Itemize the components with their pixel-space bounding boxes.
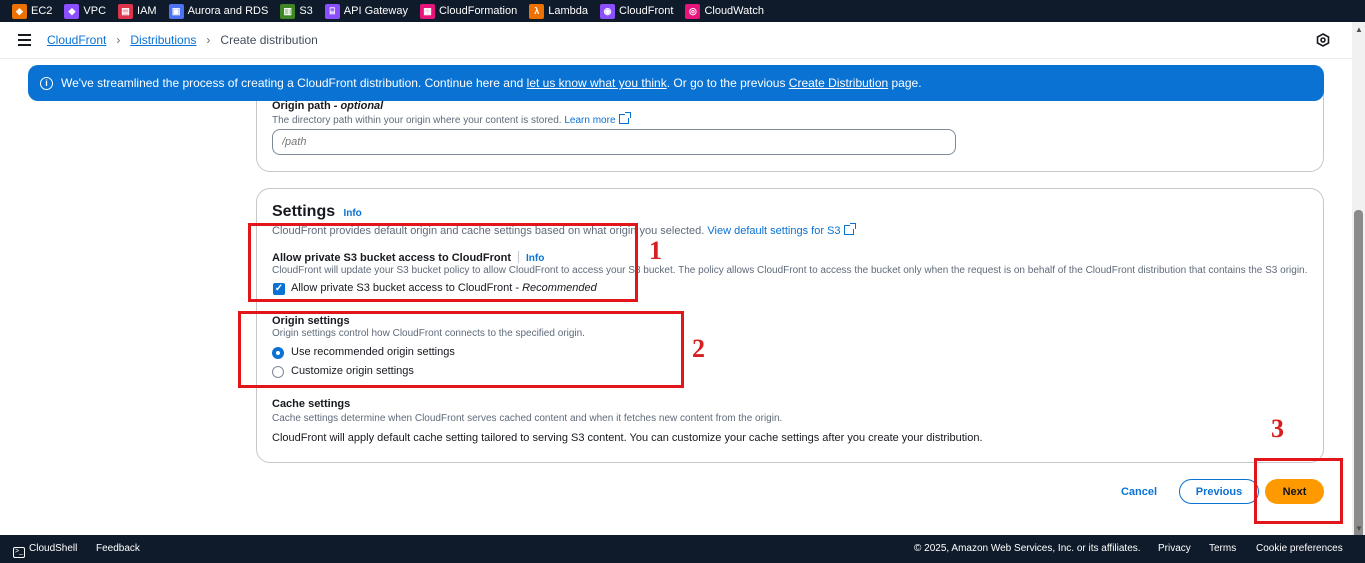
cancel-button[interactable]: Cancel	[1112, 482, 1166, 502]
service-rds[interactable]: ▣ Aurora and RDS	[168, 3, 268, 19]
chevron-right-icon: ›	[116, 33, 121, 47]
cloudshell-icon: >_	[13, 547, 25, 558]
cache-settings-label: Cache settings	[272, 398, 351, 410]
annotation-number-3: 3	[1271, 414, 1284, 443]
breadcrumb-bar: CloudFront › Distributions › Create dist…	[0, 22, 1352, 59]
annotation-box-1	[248, 223, 638, 302]
breadcrumb-current: Create distribution	[220, 33, 318, 47]
service-s3[interactable]: ▥ S3	[280, 3, 313, 19]
cloudformation-icon: ▦	[419, 3, 435, 19]
scroll-up-icon[interactable]: ▲	[1355, 25, 1363, 34]
copyright-text: © 2025, Amazon Web Services, Inc. or its…	[914, 543, 1141, 554]
settings-header: Settings Info	[272, 203, 362, 221]
service-favorites-bar: ◈ EC2 ◆ VPC ▤ IAM ▣ Aurora and RDS ▥ S3 ⌸ API …	[0, 0, 1365, 22]
chevron-right-icon: ›	[206, 33, 211, 47]
annotation-box-3	[1254, 458, 1343, 524]
info-banner: i We've streamlined the process of creat…	[28, 65, 1324, 101]
info-circle-icon: i	[40, 76, 53, 90]
service-vpc[interactable]: ◆ VPC	[64, 3, 106, 19]
cache-settings-body: CloudFront will apply default cache sett…	[272, 432, 983, 444]
api-gateway-icon: ⌸	[324, 3, 340, 19]
annotation-box-2	[238, 311, 684, 388]
external-link-icon	[843, 223, 856, 235]
terms-link[interactable]: Terms	[1209, 543, 1236, 554]
feedback-button[interactable]: Feedback	[96, 543, 140, 554]
service-cloudformation[interactable]: ▦ CloudFormation	[419, 3, 517, 19]
lambda-icon: λ	[529, 3, 545, 19]
breadcrumb-distributions[interactable]: Distributions	[130, 33, 196, 47]
origin-path-label: Origin path - optional	[272, 100, 384, 112]
service-iam[interactable]: ▤ IAM	[118, 3, 157, 19]
service-ec2[interactable]: ◈ EC2	[12, 3, 52, 19]
settings-info-link[interactable]: Info	[343, 208, 361, 219]
feedback-link[interactable]: let us know what you think	[527, 76, 667, 90]
service-cloudwatch[interactable]: ◎ CloudWatch	[685, 3, 764, 19]
scroll-down-icon[interactable]: ▼	[1355, 524, 1363, 533]
breadcrumb-cloudfront[interactable]: CloudFront	[47, 33, 106, 47]
preferences-icon[interactable]	[1316, 33, 1330, 47]
cloudwatch-icon: ◎	[685, 3, 701, 19]
cloudfront-icon: ◉	[600, 3, 616, 19]
rds-icon: ▣	[168, 3, 184, 19]
breadcrumb: CloudFront › Distributions › Create dist…	[47, 33, 318, 47]
external-link-icon	[618, 112, 631, 124]
scrollbar-thumb[interactable]	[1354, 210, 1363, 540]
view-default-settings-link[interactable]: View default settings for S3	[707, 225, 840, 237]
privacy-link[interactable]: Privacy	[1158, 543, 1191, 554]
s3-icon: ▥	[280, 3, 296, 19]
learn-more-link[interactable]: Learn more	[564, 115, 615, 126]
menu-icon[interactable]	[18, 34, 31, 46]
annotation-number-1: 1	[649, 236, 662, 265]
iam-icon: ▤	[118, 3, 134, 19]
previous-button[interactable]: Previous	[1179, 479, 1259, 504]
service-api-gateway[interactable]: ⌸ API Gateway	[324, 3, 408, 19]
origin-path-input[interactable]	[272, 129, 956, 155]
service-cloudfront[interactable]: ◉ CloudFront	[600, 3, 673, 19]
annotation-number-2: 2	[692, 334, 705, 363]
previous-create-distribution-link[interactable]: Create Distribution	[789, 76, 888, 90]
cloudshell-button[interactable]: >_ CloudShell	[13, 543, 77, 558]
ec2-icon: ◈	[12, 3, 27, 19]
service-lambda[interactable]: λ Lambda	[529, 3, 588, 19]
cache-settings-description: Cache settings determine when CloudFront…	[272, 413, 783, 424]
vpc-icon: ◆	[64, 3, 80, 19]
settings-title: Settings	[272, 203, 336, 220]
console-footer: >_ CloudShell Feedback © 2025, Amazon Web…	[0, 535, 1365, 563]
origin-path-description: The directory path within your origin wh…	[272, 112, 631, 126]
cookie-preferences-link[interactable]: Cookie preferences	[1256, 543, 1343, 554]
